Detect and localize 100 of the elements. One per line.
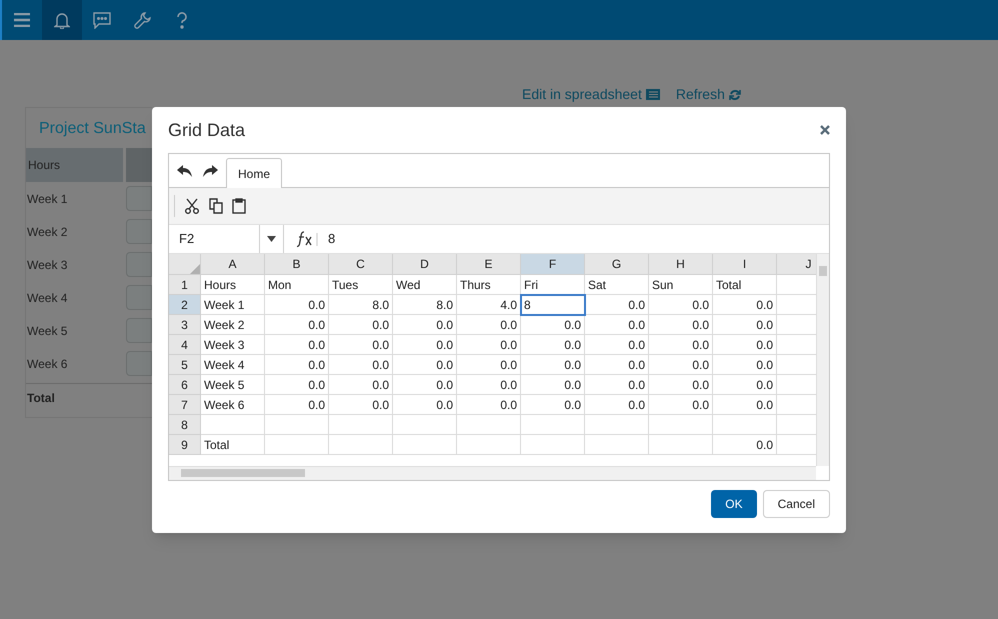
formula-field[interactable]: 8 bbox=[328, 229, 829, 249]
input-field[interactable] bbox=[126, 252, 152, 277]
table-cell: 0.0 bbox=[585, 315, 649, 335]
column-header[interactable]: J bbox=[777, 254, 816, 275]
column-header[interactable]: C bbox=[329, 254, 393, 275]
column-header[interactable]: A bbox=[201, 254, 265, 275]
table-cell: Tues bbox=[329, 275, 393, 295]
column-header[interactable]: G bbox=[585, 254, 649, 275]
dropdown-icon[interactable] bbox=[267, 236, 276, 242]
table-cell: 0.0 bbox=[585, 295, 649, 315]
table-cell bbox=[393, 435, 457, 455]
row-header[interactable]: 7 bbox=[169, 395, 201, 415]
close-icon[interactable] bbox=[820, 125, 830, 135]
table-cell: Week 6 bbox=[201, 395, 265, 415]
table-cell bbox=[329, 435, 393, 455]
table-cell: 0.0 bbox=[649, 395, 713, 415]
table-cell bbox=[521, 435, 585, 455]
table-cell: 0.0 bbox=[265, 315, 329, 335]
column-header[interactable]: F bbox=[521, 254, 585, 275]
row-header[interactable]: 3 bbox=[169, 315, 201, 335]
table-cell bbox=[393, 415, 457, 435]
column-header: Hours bbox=[26, 148, 123, 182]
cell-editor[interactable]: 8 bbox=[521, 295, 585, 315]
table-cell: 0.0 bbox=[393, 395, 457, 415]
table-cell: 0.0 bbox=[393, 335, 457, 355]
input-field[interactable] bbox=[126, 351, 152, 376]
function-icon bbox=[296, 230, 318, 248]
table-cell: 0.0 bbox=[265, 295, 329, 315]
row-header[interactable]: 9 bbox=[169, 435, 201, 455]
table-cell: 0.0 bbox=[457, 315, 521, 335]
paste-icon[interactable] bbox=[232, 198, 246, 214]
input-field[interactable] bbox=[126, 219, 152, 244]
row-header[interactable]: 4 bbox=[169, 335, 201, 355]
table-cell: 0.0 bbox=[265, 375, 329, 395]
input-field[interactable] bbox=[126, 186, 152, 211]
table-cell bbox=[521, 415, 585, 435]
table-cell: 0.0 bbox=[457, 335, 521, 355]
row-label: Week 4 bbox=[26, 290, 68, 306]
table-cell: Hours bbox=[201, 275, 265, 295]
row-header[interactable]: 1 bbox=[169, 275, 201, 295]
table-cell: 0.0 bbox=[585, 395, 649, 415]
table-cell bbox=[713, 415, 777, 435]
cut-icon[interactable] bbox=[184, 198, 200, 214]
table-cell: 0.0 bbox=[713, 375, 777, 395]
refresh-icon bbox=[728, 88, 741, 100]
table-cell: Week 5 bbox=[201, 375, 265, 395]
table-cell: 8.0 bbox=[329, 295, 393, 315]
table-cell bbox=[457, 415, 521, 435]
table-cell: 0.0 bbox=[265, 335, 329, 355]
table-cell: 0.0 bbox=[329, 335, 393, 355]
column-header[interactable]: B bbox=[265, 254, 329, 275]
table-cell: 0.0 bbox=[521, 335, 585, 355]
row-label: Week 5 bbox=[26, 322, 68, 340]
table-cell: 0.0 bbox=[457, 355, 521, 375]
column-header[interactable]: D bbox=[393, 254, 457, 275]
ok-button[interactable]: OK bbox=[711, 490, 757, 518]
input-field[interactable] bbox=[126, 318, 152, 343]
row-label: Week 3 bbox=[26, 256, 68, 274]
nav-item[interactable] bbox=[42, 0, 82, 40]
corner-cell[interactable] bbox=[169, 254, 201, 275]
column-header bbox=[126, 148, 152, 182]
table-cell: 0.0 bbox=[649, 315, 713, 335]
column-header[interactable]: H bbox=[649, 254, 713, 275]
table-cell: Wed bbox=[393, 275, 457, 295]
undo-icon[interactable] bbox=[177, 164, 192, 176]
row-header[interactable]: 8 bbox=[169, 415, 201, 435]
copy-icon[interactable] bbox=[209, 198, 223, 214]
name-box[interactable]: F2 bbox=[169, 225, 284, 253]
table-cell: 0.0 bbox=[649, 295, 713, 315]
table-cell: 0.0 bbox=[585, 355, 649, 375]
table-cell: 0.0 bbox=[649, 355, 713, 375]
table-cell: 0.0 bbox=[585, 335, 649, 355]
table-cell: 0.0 bbox=[713, 335, 777, 355]
table-cell bbox=[457, 435, 521, 455]
card-title: Project SunSta bbox=[38, 119, 147, 139]
column-header[interactable]: I bbox=[713, 254, 777, 275]
input-field[interactable] bbox=[126, 285, 152, 310]
vertical-scrollbar[interactable] bbox=[816, 254, 829, 466]
table-cell: 0.0 bbox=[329, 395, 393, 415]
bell-icon bbox=[54, 12, 70, 28]
cancel-button[interactable]: Cancel bbox=[762, 490, 830, 518]
horizontal-scrollbar[interactable] bbox=[169, 466, 816, 480]
table-cell: 0.0 bbox=[457, 395, 521, 415]
table-cell: 0.0 bbox=[649, 375, 713, 395]
table-cell bbox=[649, 415, 713, 435]
column-header[interactable]: E bbox=[457, 254, 521, 275]
table-cell: Mon bbox=[265, 275, 329, 295]
chat-icon bbox=[93, 12, 111, 28]
table-cell: 0.0 bbox=[393, 315, 457, 335]
row-label: Week 1 bbox=[26, 190, 68, 208]
corner-triangle-icon bbox=[190, 264, 200, 274]
row-header[interactable]: 2 bbox=[169, 295, 201, 315]
row-header[interactable]: 5 bbox=[169, 355, 201, 375]
table-cell bbox=[265, 435, 329, 455]
table-cell: Sun bbox=[649, 275, 713, 295]
tab[interactable]: Home bbox=[226, 158, 282, 188]
row-header[interactable]: 6 bbox=[169, 375, 201, 395]
redo-icon[interactable] bbox=[203, 164, 218, 176]
table-cell: 0.0 bbox=[329, 315, 393, 335]
table-cell: 0.0 bbox=[521, 315, 585, 335]
